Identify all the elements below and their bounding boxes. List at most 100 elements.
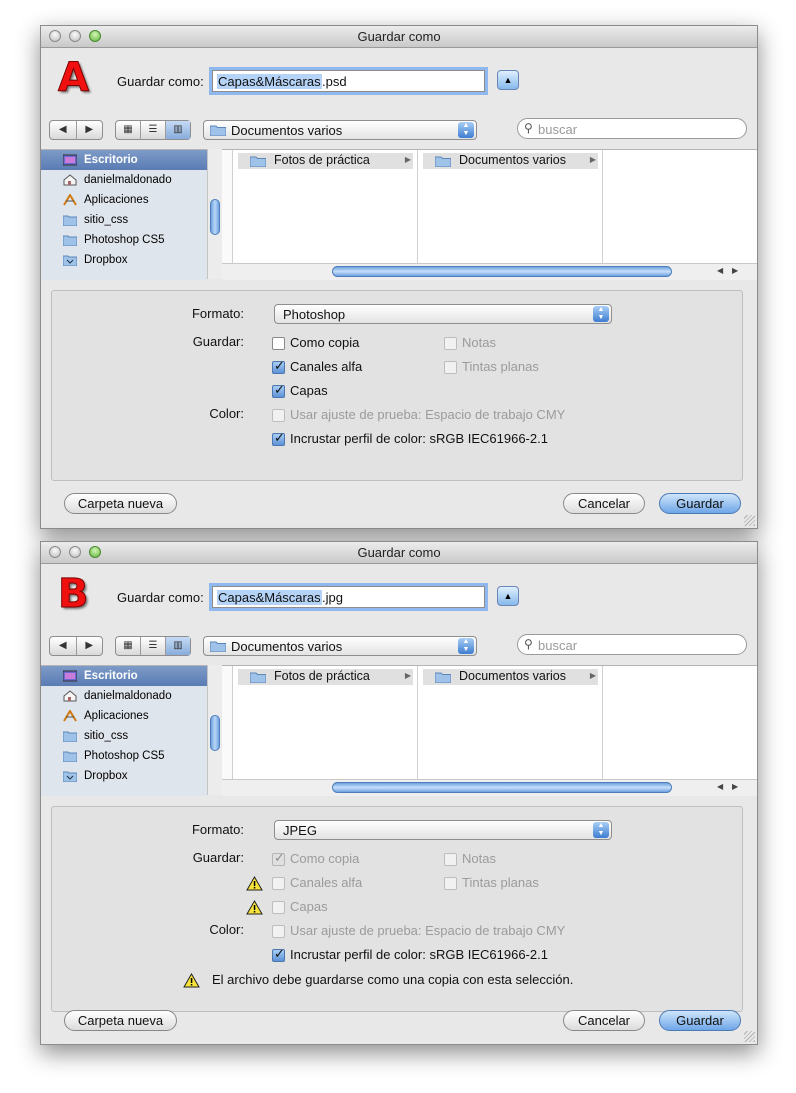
search-placeholder: buscar	[538, 122, 578, 137]
incrustar-perfil-de-color-checkbox[interactable]	[272, 946, 285, 962]
usar-ajuste-de-prueba-label: Usar ajuste de prueba: Espacio de trabaj…	[290, 923, 566, 938]
sidebar-item-escritorio[interactable]: Escritorio	[41, 150, 207, 170]
forward-button[interactable]: ▶	[77, 121, 103, 139]
location-popup[interactable]: Documentos varios ▲ ▼	[203, 120, 477, 140]
desktop-icon	[62, 669, 78, 682]
new-folder-button[interactable]: Carpeta nueva	[64, 493, 177, 514]
sidebar-item-escritorio[interactable]: Escritorio	[41, 666, 207, 686]
resize-grip[interactable]	[744, 1031, 755, 1042]
disclosure-arrow-icon: ▶	[404, 671, 411, 680]
new-folder-button[interactable]: Carpeta nueva	[64, 1010, 177, 1031]
horizontal-scrollbar[interactable]: ◀ ▶	[222, 263, 757, 280]
horizontal-scroll-thumb[interactable]	[332, 266, 672, 277]
sidebar-scrollbar[interactable]	[207, 149, 223, 279]
scroll-right-arrow[interactable]: ▶	[732, 266, 738, 275]
cancel-button[interactable]: Cancelar	[563, 493, 645, 514]
applications-icon	[63, 709, 77, 722]
collapse-button[interactable]: ▲	[497, 586, 519, 606]
icon-view-button[interactable]: ▦	[116, 637, 141, 655]
search-field[interactable]: ⚲ buscar	[517, 118, 747, 139]
canales-alfa-checkbox	[272, 877, 285, 890]
column-item[interactable]: Documentos varios ▶	[423, 669, 598, 685]
scroll-right-arrow[interactable]: ▶	[732, 782, 738, 791]
browser-column-2[interactable]: Documentos varios ▶	[417, 150, 603, 264]
sidebar-item-danielmaldonado[interactable]: danielmaldonado	[41, 170, 207, 190]
sidebar-item-photoshop-cs5[interactable]: Photoshop CS5	[41, 230, 207, 250]
como-copia-checkbox[interactable]	[272, 337, 285, 350]
icon-view-button[interactable]: ▦	[116, 121, 141, 139]
scroll-thumb[interactable]	[210, 715, 220, 751]
capas-label: Capas	[290, 899, 328, 914]
format-popup[interactable]: Photoshop ▲ ▼	[274, 304, 612, 324]
sidebar-item-photoshop-cs5[interactable]: Photoshop CS5	[41, 746, 207, 766]
badge-letter: B	[58, 571, 89, 617]
como-copia-label: Como copia	[290, 851, 360, 866]
warning-message: El archivo debe guardarse como una copia…	[212, 972, 574, 987]
folder-icon	[250, 156, 266, 167]
sidebar-item-sitio-css[interactable]: sitio_css	[41, 726, 207, 746]
scroll-thumb[interactable]	[210, 199, 220, 235]
column-view-button[interactable]: ▥	[166, 121, 190, 139]
title-bar[interactable]: Guardar como	[41, 26, 757, 48]
sidebar-item-dropbox[interactable]: Dropbox	[41, 250, 207, 270]
scroll-left-arrow[interactable]: ◀	[717, 782, 723, 791]
usar-ajuste-de-prueba-checkbox	[272, 409, 285, 422]
dropbox-icon	[62, 769, 78, 783]
incrustar-perfil-de-color-checkbox[interactable]	[272, 430, 285, 446]
sidebar-item-aplicaciones[interactable]: Aplicaciones	[41, 706, 207, 726]
column-item[interactable]: Fotos de práctica ▶	[238, 669, 413, 685]
location-value: Documentos varios	[231, 639, 343, 654]
badge-letter: A	[58, 55, 90, 101]
forward-button[interactable]: ▶	[77, 637, 103, 655]
folder-icon	[210, 641, 226, 652]
canales-alfa-checkbox[interactable]	[272, 358, 285, 374]
resize-grip[interactable]	[744, 515, 755, 526]
columns-icon: ▥	[173, 124, 183, 135]
collapse-button[interactable]: ▲	[497, 70, 519, 90]
cancel-button[interactable]: Cancelar	[563, 1010, 645, 1031]
window-title: Guardar como	[357, 29, 441, 44]
column-browser[interactable]: Fotos de práctica ▶ Documentos varios ▶	[222, 149, 757, 264]
tintas-planas-label: Tintas planas	[462, 359, 539, 374]
capas-checkbox	[272, 901, 285, 914]
browser-column-1[interactable]: Fotos de práctica ▶	[232, 666, 418, 780]
scroll-left-arrow[interactable]: ◀	[717, 266, 723, 275]
sidebar-item-danielmaldonado[interactable]: danielmaldonado	[41, 686, 207, 706]
column-view-button[interactable]: ▥	[166, 637, 190, 655]
column-item[interactable]: Fotos de práctica ▶	[238, 153, 413, 169]
capas-checkbox[interactable]	[272, 382, 285, 398]
sidebar-item-dropbox[interactable]: Dropbox	[41, 766, 207, 786]
sidebar: Escritorio danielmaldonado Aplicaciones sit…	[41, 665, 207, 796]
filename-selected-text: Capas&Máscaras	[217, 74, 322, 89]
sidebar-item-sitio-css[interactable]: sitio_css	[41, 210, 207, 230]
sidebar-scrollbar[interactable]	[207, 665, 223, 795]
back-button[interactable]: ◀	[50, 121, 77, 139]
horizontal-scrollbar[interactable]: ◀ ▶	[222, 779, 757, 796]
sidebar-item-label: danielmaldonado	[84, 690, 172, 702]
sidebar-item-aplicaciones[interactable]: Aplicaciones	[41, 190, 207, 210]
sidebar-item-label: Escritorio	[84, 670, 138, 682]
browser-column-1[interactable]: Fotos de práctica ▶	[232, 150, 418, 264]
filename-selected-text: Capas&Máscaras	[217, 590, 322, 605]
location-popup[interactable]: Documentos varios ▲ ▼	[203, 636, 477, 656]
filename-extension: .jpg	[322, 590, 343, 605]
column-item[interactable]: Documentos varios ▶	[423, 153, 598, 169]
search-field[interactable]: ⚲ buscar	[517, 634, 747, 655]
list-view-button[interactable]: ☰	[141, 121, 166, 139]
list-view-button[interactable]: ☰	[141, 637, 166, 655]
format-popup[interactable]: JPEG ▲ ▼	[274, 820, 612, 840]
options-panel: Formato: JPEG ▲▼ Guardar: Color: Como copia No…	[51, 806, 743, 1012]
save-button[interactable]: Guardar	[659, 493, 741, 514]
title-bar[interactable]: Guardar como	[41, 542, 757, 564]
view-mode-control: ▦ ☰ ▥	[115, 120, 191, 140]
sidebar-item-label: Escritorio	[84, 154, 138, 166]
filename-input[interactable]: Capas&Máscaras .psd	[212, 70, 485, 92]
browser-column-2[interactable]: Documentos varios ▶	[417, 666, 603, 780]
notas-label: Notas	[462, 851, 496, 866]
sidebar-item-label: Aplicaciones	[84, 710, 149, 722]
horizontal-scroll-thumb[interactable]	[332, 782, 672, 793]
column-browser[interactable]: Fotos de práctica ▶ Documentos varios ▶	[222, 665, 757, 780]
back-button[interactable]: ◀	[50, 637, 77, 655]
filename-input[interactable]: Capas&Máscaras .jpg	[212, 586, 485, 608]
save-button[interactable]: Guardar	[659, 1010, 741, 1031]
